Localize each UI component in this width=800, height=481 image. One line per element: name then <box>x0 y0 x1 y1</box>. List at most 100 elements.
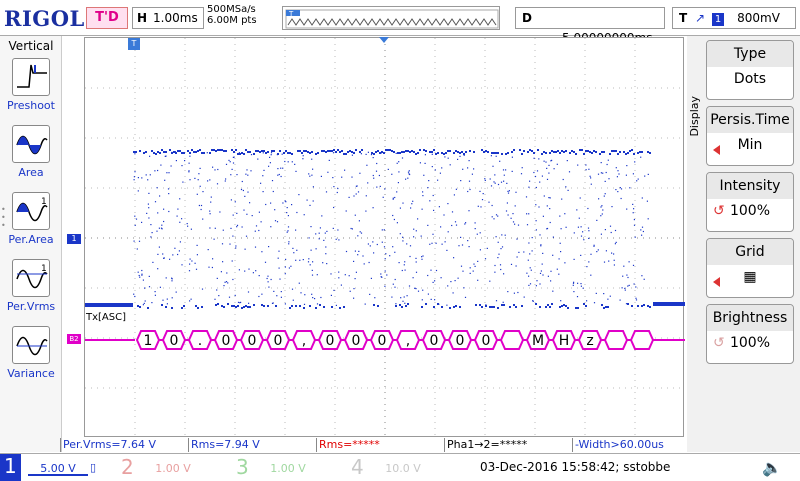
waveform-dot <box>495 152 497 154</box>
waveform-dot <box>431 242 433 244</box>
waveform-dot <box>620 188 623 190</box>
waveform-dot <box>474 228 476 230</box>
brightness-value: 100% <box>729 335 771 351</box>
waveform-dot <box>412 277 414 279</box>
waveform-dot <box>152 261 154 263</box>
menu-page-dots-icon: • • • <box>1 205 6 230</box>
waveform-dot <box>435 269 438 272</box>
waveform-dot <box>604 193 606 195</box>
waveform-dot <box>285 150 287 152</box>
waveform-dot <box>429 243 431 245</box>
waveform-dot <box>225 150 227 152</box>
measurement-item[interactable]: Per.Vrms=7.64 V <box>60 438 188 452</box>
waveform-dot <box>580 235 583 237</box>
waveform-dot <box>338 277 340 279</box>
bus-offset-marker[interactable]: B2 <box>67 334 81 344</box>
waveform-dot <box>148 192 150 194</box>
waveform-dot <box>603 261 606 263</box>
waveform-dot <box>233 305 235 307</box>
waveform-dot <box>402 236 404 238</box>
ch2-status[interactable]: 2 1.00 V <box>115 454 225 481</box>
waveform-dot <box>183 152 185 154</box>
waveform-dot <box>560 300 562 302</box>
waveform-dot <box>613 253 615 255</box>
waveform-dot <box>225 163 228 165</box>
waveform-dot <box>323 306 325 308</box>
per-area-label: Per.Area <box>8 233 54 246</box>
ch1-status[interactable]: 1 5.00 V ▯ <box>0 454 110 481</box>
bus-decode-char: . <box>198 333 202 349</box>
horizontal-delay[interactable]: D 5.00000000ms <box>515 7 665 45</box>
waveform-dot <box>291 305 293 307</box>
waveform-dot <box>372 207 374 209</box>
waveform-dot <box>373 252 375 254</box>
waveform-dot <box>603 307 605 309</box>
waveform-dot <box>165 155 167 157</box>
persistence-softkey[interactable]: Persis.Time Min <box>706 106 794 166</box>
waveform-dot <box>598 198 600 200</box>
waveform-dot <box>634 236 636 238</box>
horizontal-timebase[interactable]: H 1.00ms <box>132 7 204 29</box>
waveform-dot <box>433 209 435 211</box>
waveform-dot <box>270 202 272 204</box>
variance-button[interactable] <box>12 326 50 364</box>
waveform-dot <box>494 271 496 273</box>
waveform-dot <box>421 258 423 260</box>
waveform-dot <box>161 224 163 226</box>
waveform-dot <box>344 169 346 171</box>
waveform-display[interactable]: Tx[ASC] 1 0. 0 0 0, 0 0 0, 0 0 0 MHz <box>84 37 685 437</box>
measurement-item[interactable]: Rms=***** <box>316 438 444 452</box>
waveform-dot <box>514 205 516 207</box>
waveform-dot <box>219 149 221 151</box>
trigger-position-marker[interactable]: T <box>128 38 140 50</box>
ch4-status[interactable]: 4 10.0 V <box>345 454 455 481</box>
waveform-dot <box>307 151 309 153</box>
ch3-status[interactable]: 3 1.00 V <box>230 454 340 481</box>
waveform-dot <box>432 233 434 235</box>
waveform-dot <box>233 151 235 153</box>
waveform-dot <box>292 247 294 249</box>
measurement-item[interactable]: Rms=7.94 V <box>188 438 316 452</box>
waveform-dot <box>635 297 637 299</box>
waveform-dot <box>469 150 471 152</box>
bus-decode-char: z <box>586 333 593 349</box>
waveform-dot <box>539 272 542 274</box>
waveform-dot <box>373 177 375 179</box>
waveform-dot <box>312 168 314 170</box>
waveform-dot <box>335 151 337 153</box>
waveform-dot <box>196 244 198 246</box>
waveform-dot <box>373 304 375 306</box>
waveform-dot <box>214 169 216 171</box>
per-vrms-button[interactable]: 1 <box>12 259 50 297</box>
trigger-settings[interactable]: T ↗ 1 800mV <box>672 7 796 29</box>
waveform-dot <box>514 223 516 225</box>
ch1-offset-marker[interactable]: 1 <box>67 234 81 244</box>
waveform-dot <box>546 178 549 180</box>
waveform-dot <box>491 306 493 308</box>
waveform-dot <box>134 295 136 298</box>
grid-softkey[interactable]: Grid ▦ <box>706 238 794 298</box>
waveform-dot <box>633 208 635 210</box>
vertical-measure-menu: Vertical Preshoot Area 1 Per.Area 1 Per.… <box>0 36 62 452</box>
preshoot-button[interactable] <box>12 58 50 96</box>
per-area-button[interactable]: 1 <box>12 192 50 230</box>
waveform-dot <box>636 180 638 182</box>
intensity-softkey[interactable]: Intensity ↺ 100% <box>706 172 794 232</box>
bus-decode-char: 0 <box>430 333 439 349</box>
measurement-item[interactable]: Pha1→2=***** <box>444 438 572 452</box>
waveform-dot <box>316 303 319 305</box>
brightness-softkey[interactable]: Brightness ↺ 100% <box>706 304 794 364</box>
trigger-edge-icon: ↗ <box>695 11 706 25</box>
waveform-memory-overview[interactable]: T <box>282 6 500 30</box>
measurement-item[interactable]: -Width>60.00us <box>572 438 700 452</box>
waveform-dot <box>324 232 326 234</box>
type-softkey[interactable]: Type Dots <box>706 40 794 100</box>
waveform-dot <box>580 254 582 256</box>
waveform-dot <box>312 200 314 202</box>
speaker-icon[interactable]: 🔈 <box>762 458 782 477</box>
waveform-dot <box>588 237 590 239</box>
waveform-dot <box>457 158 459 160</box>
area-button[interactable] <box>12 125 50 163</box>
waveform-dot <box>260 221 262 223</box>
waveform-dot <box>394 251 396 253</box>
